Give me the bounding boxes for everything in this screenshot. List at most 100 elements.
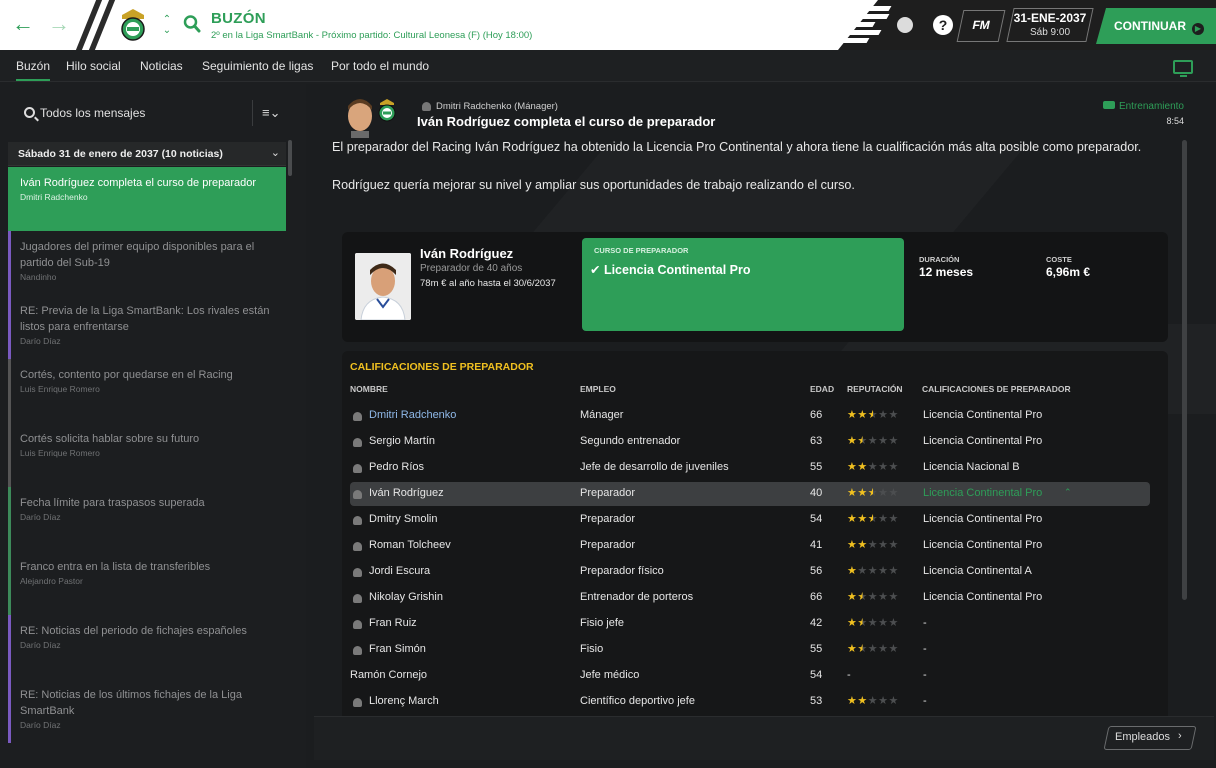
- sender-avatar[interactable]: [342, 94, 378, 138]
- person-icon: [353, 698, 362, 707]
- staff-age: 63: [810, 435, 823, 447]
- star-icon: ★: [847, 409, 858, 421]
- message-sender: Luis Enrique Romero: [20, 448, 100, 458]
- table-row[interactable]: Fran Simón Fisio 55 ★★★★★ -: [350, 638, 1150, 662]
- message-title: RE: Previa de la Liga SmartBank: Los riv…: [20, 305, 270, 333]
- page-title: BUZÓN: [211, 10, 266, 27]
- message-sender: Luis Enrique Romero: [20, 384, 100, 394]
- sort-menu-icon[interactable]: ≡⌄: [262, 105, 280, 121]
- star-icon: ★: [857, 591, 868, 603]
- tab-por-todo-el-mundo[interactable]: Por todo el mundo: [331, 59, 429, 73]
- message-title: Cortés, contento por quedarse en el Raci…: [20, 369, 233, 381]
- table-row[interactable]: Roman Tolcheev Preparador 41 ★★★★★ Licencia …: [350, 534, 1150, 558]
- search-icon[interactable]: [183, 14, 201, 34]
- star-icon: ★: [847, 591, 858, 603]
- staff-name[interactable]: Nikolay Grishin: [369, 591, 443, 603]
- decorative-line: [852, 14, 890, 19]
- divider: [252, 100, 253, 126]
- message-item[interactable]: Jugadores del primer equipo disponibles …: [8, 231, 286, 295]
- message-item[interactable]: RE: Previa de la Liga SmartBank: Los riv…: [8, 295, 286, 359]
- star-icon: ★: [847, 695, 858, 707]
- column-header-job[interactable]: EMPLEO: [580, 384, 616, 394]
- tab-noticias[interactable]: Noticias: [140, 59, 183, 73]
- upgrade-arrow-icon: ⌃: [1064, 487, 1072, 497]
- star-icon: ★: [878, 617, 889, 629]
- current-date: 31-ENE-2037: [1013, 11, 1087, 25]
- chevron-right-icon: ›: [1178, 730, 1182, 742]
- message-item[interactable]: Fecha límite para traspasos superada Dar…: [8, 487, 286, 551]
- table-row[interactable]: Sergio Martín Segundo entrenador 63 ★★★★★ Li…: [350, 430, 1150, 454]
- table-row[interactable]: Iván Rodríguez Preparador 40 ★★★★★ Licencia …: [350, 482, 1150, 506]
- tab-buzon[interactable]: Buzón: [16, 59, 51, 81]
- fm-menu-button[interactable]: FM: [956, 10, 1006, 42]
- inbox-scrollbar[interactable]: [288, 140, 292, 176]
- decorative-line: [846, 30, 882, 35]
- message-item[interactable]: Cortés solicita hablar sobre su futuro L…: [8, 423, 286, 487]
- column-header-name[interactable]: NOMBRE: [350, 384, 388, 394]
- message-time: 8:54: [1166, 116, 1184, 126]
- message-sender-line[interactable]: Dmitri Radchenko (Mánager): [422, 101, 558, 112]
- match-ball-icon[interactable]: [897, 17, 913, 33]
- staff-name[interactable]: Sergio Martín: [369, 435, 435, 447]
- forward-arrow-icon[interactable]: →: [48, 12, 70, 36]
- monitor-icon[interactable]: [1173, 60, 1193, 77]
- tab-seguimiento-ligas[interactable]: Seguimiento de ligas: [202, 59, 313, 73]
- column-header-qualifications[interactable]: CALIFICACIONES DE PREPARADOR: [922, 384, 1071, 394]
- table-row[interactable]: Dmitry Smolin Preparador 54 ★★★★★ Licencia C…: [350, 508, 1150, 532]
- star-icon: ★: [888, 695, 899, 707]
- table-row[interactable]: Nikolay Grishin Entrenador de porteros 66 ★…: [350, 586, 1150, 610]
- page-subtitle[interactable]: 2º en la Liga SmartBank - Próximo partid…: [211, 30, 532, 41]
- category-tag[interactable]: Entrenamiento: [1102, 101, 1184, 112]
- staff-name[interactable]: Dmitri Radchenko: [369, 409, 456, 421]
- star-icon: ★: [857, 409, 868, 421]
- staff-age: 42: [810, 617, 823, 629]
- top-bar: ← → ⌃ ⌄ BUZÓN 2º en la Liga SmartBank - P…: [0, 0, 1216, 50]
- reputation-stars: ★★★★★: [847, 642, 899, 655]
- message-item[interactable]: RE: Noticias del periodo de fichajes esp…: [8, 615, 286, 679]
- staff-name[interactable]: Dmitry Smolin: [369, 513, 437, 525]
- message-item[interactable]: Iván Rodríguez completa el curso de prep…: [8, 167, 286, 231]
- staff-age: 55: [810, 461, 823, 473]
- staff-name[interactable]: Llorenç March: [369, 695, 439, 707]
- staff-qualification: Licencia Continental Pro: [923, 487, 1043, 499]
- inbox-filter[interactable]: Todos los mensajes ≡⌄: [8, 90, 294, 134]
- star-icon: ★: [867, 617, 879, 629]
- message-list: Iván Rodríguez completa el curso de prep…: [8, 167, 286, 743]
- coach-photo[interactable]: [355, 253, 411, 320]
- staff-name[interactable]: Fran Ruiz: [369, 617, 417, 629]
- club-crest-icon[interactable]: [116, 7, 150, 43]
- table-row[interactable]: Dmitri Radchenko Mánager 66 ★★★★★ Licencia C…: [350, 404, 1150, 428]
- staff-name[interactable]: Ramón Cornejo: [350, 669, 427, 681]
- coach-name[interactable]: Iván Rodríguez: [420, 246, 513, 261]
- message-item[interactable]: Franco entra en la lista de transferible…: [8, 551, 286, 615]
- staff-job: Preparador: [580, 487, 636, 499]
- back-arrow-icon[interactable]: ←: [12, 12, 34, 36]
- column-header-age[interactable]: EDAD: [810, 384, 834, 394]
- tab-hilo-social[interactable]: Hilo social: [66, 59, 121, 73]
- table-row[interactable]: Jordi Escura Preparador físico 56 ★★★★★ Lice…: [350, 560, 1150, 584]
- chevron-down-icon[interactable]: ⌄: [271, 146, 280, 159]
- message-item[interactable]: RE: Noticias de los últimos fichajes de …: [8, 679, 286, 743]
- club-switch-icon[interactable]: ⌃ ⌄: [161, 14, 173, 36]
- staff-name[interactable]: Fran Simón: [369, 643, 426, 655]
- person-icon: [353, 412, 362, 421]
- person-icon: [353, 516, 362, 525]
- staff-name[interactable]: Iván Rodríguez: [369, 487, 444, 499]
- table-row[interactable]: Llorenç March Científico deportivo jefe 53…: [350, 690, 1150, 714]
- staff-name[interactable]: Jordi Escura: [369, 565, 430, 577]
- table-row[interactable]: Fran Ruiz Fisio jefe 42 ★★★★★ -: [350, 612, 1150, 636]
- message-item[interactable]: Cortés, contento por quedarse en el Raci…: [8, 359, 286, 423]
- star-icon: ★: [888, 409, 899, 421]
- table-row[interactable]: Pedro Ríos Jefe de desarrollo de juvenile…: [350, 456, 1150, 480]
- staff-qualification: Licencia Continental A: [923, 565, 1032, 577]
- date-group-header[interactable]: Sábado 31 de enero de 2037 (10 noticias)…: [8, 142, 286, 166]
- message-scrollbar[interactable]: [1182, 140, 1187, 600]
- continue-button[interactable]: CONTINUAR ▶: [1096, 8, 1216, 44]
- table-row[interactable]: Ramón Cornejo Jefe médico 54 - -: [350, 664, 1150, 688]
- help-icon[interactable]: ?: [933, 15, 953, 35]
- staff-name[interactable]: Roman Tolcheev: [369, 539, 451, 551]
- column-header-reputation[interactable]: REPUTACIÓN: [847, 384, 903, 394]
- star-icon: ★: [888, 539, 899, 551]
- staff-name[interactable]: Pedro Ríos: [369, 461, 424, 473]
- message-title: Fecha límite para traspasos superada: [20, 497, 205, 509]
